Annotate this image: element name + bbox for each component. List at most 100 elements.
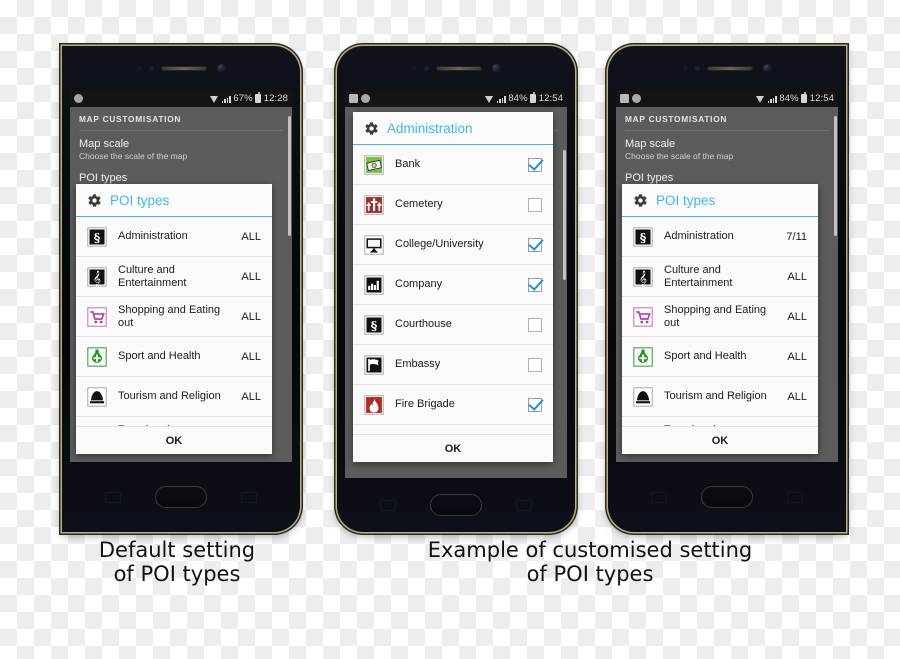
light-sensor-icon	[148, 65, 154, 71]
status-clock: 12:28	[263, 93, 288, 104]
culture-icon: 𝄞	[633, 266, 653, 286]
poi-category-list[interactable]: § Administration 7/11 𝄞 Culture and Ente…	[622, 217, 818, 426]
row-checkbox[interactable]	[528, 157, 542, 172]
row-label: Embassy	[395, 358, 441, 371]
table-row[interactable]: Sport and Health ALL	[622, 337, 818, 377]
row-value: ALL	[241, 230, 261, 243]
row-checkbox[interactable]	[528, 357, 542, 372]
battery-percent: 67%	[233, 93, 253, 104]
row-label: Tourism and Religion	[118, 390, 221, 403]
row-label: Courthouse	[395, 318, 452, 331]
illustration-stage: 67% 12:28 MAP CUSTOMISATION Map scale Ch…	[0, 0, 900, 659]
firebrigade-icon	[364, 394, 384, 415]
caption-line-1: Example of customised setting	[427, 538, 753, 562]
ok-button[interactable]: OK	[353, 434, 553, 462]
svg-text:§: §	[640, 230, 647, 245]
signal-icon	[221, 94, 231, 103]
table-row[interactable]: § Courthouse	[353, 305, 553, 345]
battery-percent: 84%	[508, 93, 528, 104]
cemetery-icon	[364, 194, 384, 215]
settings-section-title: MAP CUSTOMISATION	[79, 114, 182, 124]
row-value: ALL	[787, 350, 807, 363]
table-row[interactable]: Tourism and Religion ALL	[622, 377, 818, 417]
settings-item-map-scale[interactable]: Map scale Choose the scale of the map	[79, 138, 283, 162]
proximity-sensor-icon	[136, 65, 142, 71]
row-checkbox[interactable]	[528, 277, 542, 292]
ok-button[interactable]: OK	[622, 426, 818, 454]
phone-screen: 84% 12:54 MAP CUSTOMISATION Map scale Ch…	[616, 90, 838, 462]
home-button[interactable]	[155, 486, 207, 508]
settings-item-title: Map scale	[625, 138, 676, 150]
shopping-icon	[633, 306, 653, 327]
back-key-icon[interactable]	[787, 491, 804, 503]
row-value: ALL	[787, 270, 807, 283]
front-camera-icon	[762, 63, 772, 73]
row-label: Culture and Entertainment	[118, 263, 187, 289]
phone-customised: 84% 12:54 MAP CUSTOMISATION Map scale Ch…	[608, 46, 846, 532]
scrollbar[interactable]	[834, 116, 837, 236]
shopping-icon	[87, 306, 107, 327]
signal-icon	[496, 94, 506, 103]
dialog-title: POI types	[110, 193, 170, 208]
row-label: Administration	[118, 230, 188, 243]
college-icon	[364, 234, 384, 255]
poi-subcategory-list[interactable]: Bank Cemetery College/University Company…	[353, 145, 553, 434]
divider	[79, 130, 283, 131]
table-row[interactable]: Sport and Health ALL	[76, 337, 272, 377]
phone-administration: 84% 12:54 MAP CUSTOMISATION Map scale Ch…	[337, 46, 575, 532]
row-label: College/University	[395, 238, 484, 251]
battery-percent: 84%	[779, 93, 799, 104]
table-row[interactable]: 𝄞 Culture and Entertainment ALL	[76, 257, 272, 297]
settings-item-title: Map scale	[79, 138, 130, 150]
home-button[interactable]	[430, 494, 482, 516]
row-label: Shopping and Eating out	[664, 303, 767, 329]
table-row[interactable]: § Government Office	[353, 425, 553, 434]
table-row[interactable]: § Administration 7/11	[622, 217, 818, 257]
recents-key-icon[interactable]	[104, 491, 121, 503]
table-row[interactable]: Shopping and Eating out ALL	[622, 297, 818, 337]
table-row[interactable]: Company	[353, 265, 553, 305]
gear-icon	[88, 194, 101, 207]
back-key-icon[interactable]	[241, 491, 258, 503]
table-row[interactable]: 𝄞 Culture and Entertainment ALL	[622, 257, 818, 297]
settings-section-title: MAP CUSTOMISATION	[625, 114, 728, 124]
status-bar-left	[349, 94, 370, 103]
settings-item-sub: Choose the scale of the map	[79, 150, 188, 161]
scrollbar[interactable]	[288, 116, 291, 236]
administration-icon: §	[633, 226, 653, 247]
back-key-icon[interactable]	[516, 499, 533, 511]
row-checkbox[interactable]	[528, 317, 542, 332]
home-button[interactable]	[701, 486, 753, 508]
row-checkbox[interactable]	[528, 397, 542, 412]
row-value: ALL	[241, 350, 261, 363]
table-row[interactable]: Travel and Accomodation ALL	[622, 417, 818, 426]
table-row[interactable]: Embassy	[353, 345, 553, 385]
row-label: Administration	[664, 230, 734, 243]
table-row[interactable]: Travel and Accomodation ALL	[76, 417, 272, 426]
tourism-icon	[87, 386, 107, 407]
row-label: Tourism and Religion	[664, 390, 767, 403]
table-row[interactable]: Shopping and Eating out ALL	[76, 297, 272, 337]
poi-category-list[interactable]: § Administration ALL 𝄞 Culture and Enter…	[76, 217, 272, 426]
recents-key-icon[interactable]	[650, 491, 667, 503]
tourism-icon	[633, 386, 653, 407]
row-checkbox[interactable]	[528, 197, 542, 212]
table-row[interactable]: Cemetery	[353, 185, 553, 225]
sport-icon	[633, 346, 653, 367]
bank-icon	[364, 154, 384, 175]
recents-key-icon[interactable]	[379, 499, 396, 511]
scrollbar[interactable]	[563, 150, 566, 280]
table-row[interactable]: § Administration ALL	[76, 217, 272, 257]
status-bar: 84% 12:54	[345, 90, 567, 107]
ok-button[interactable]: OK	[76, 426, 272, 454]
settings-item-map-scale[interactable]: Map scale Choose the scale of the map	[625, 138, 829, 162]
phone-top-bezel	[608, 46, 846, 90]
proximity-sensor-icon	[682, 65, 688, 71]
row-label: Company	[395, 278, 443, 291]
table-row[interactable]: Tourism and Religion ALL	[76, 377, 272, 417]
row-checkbox[interactable]	[528, 237, 542, 252]
table-row[interactable]: College/University	[353, 225, 553, 265]
table-row[interactable]: Bank	[353, 145, 553, 185]
status-bar-right: 84% 12:54	[756, 92, 834, 104]
table-row[interactable]: Fire Brigade	[353, 385, 553, 425]
